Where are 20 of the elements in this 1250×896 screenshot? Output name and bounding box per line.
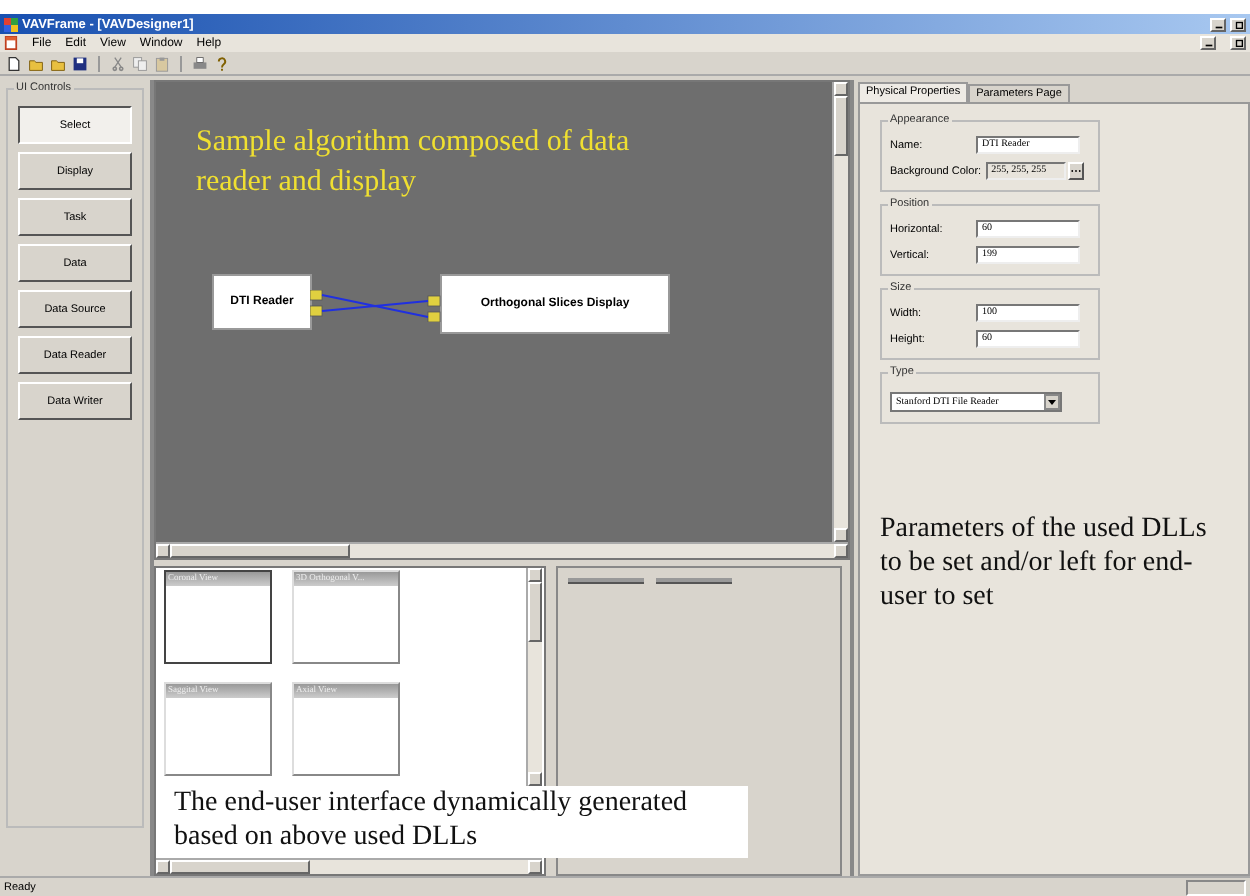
- connector-drawing: [310, 290, 442, 322]
- slider-track[interactable]: [568, 578, 644, 584]
- horizontal-scrollbar[interactable]: [156, 858, 542, 874]
- horizontal-scrollbar[interactable]: [156, 542, 848, 558]
- app-icon: [4, 17, 18, 31]
- minimize-button[interactable]: [1210, 17, 1226, 31]
- vertical-scrollbar[interactable]: [526, 568, 542, 786]
- properties-caption: Parameters of the used DLLs to be set and/or left for end-user to set: [880, 512, 1209, 614]
- printer-icon[interactable]: [192, 55, 208, 71]
- save-icon[interactable]: [72, 55, 88, 71]
- browse-button[interactable]: [1067, 162, 1084, 180]
- document-icon: [4, 36, 18, 50]
- dropdown-arrow-icon: [1044, 394, 1060, 410]
- vertical-scrollbar[interactable]: [832, 82, 848, 542]
- minimize-button[interactable]: [1200, 36, 1216, 50]
- canvas-caption: Sample algorithm composed of data reader and display: [196, 124, 632, 202]
- slider-track[interactable]: [656, 578, 732, 584]
- help-icon[interactable]: [214, 55, 230, 71]
- status-panel: [1186, 879, 1246, 895]
- clipboard-icon[interactable]: [154, 55, 170, 71]
